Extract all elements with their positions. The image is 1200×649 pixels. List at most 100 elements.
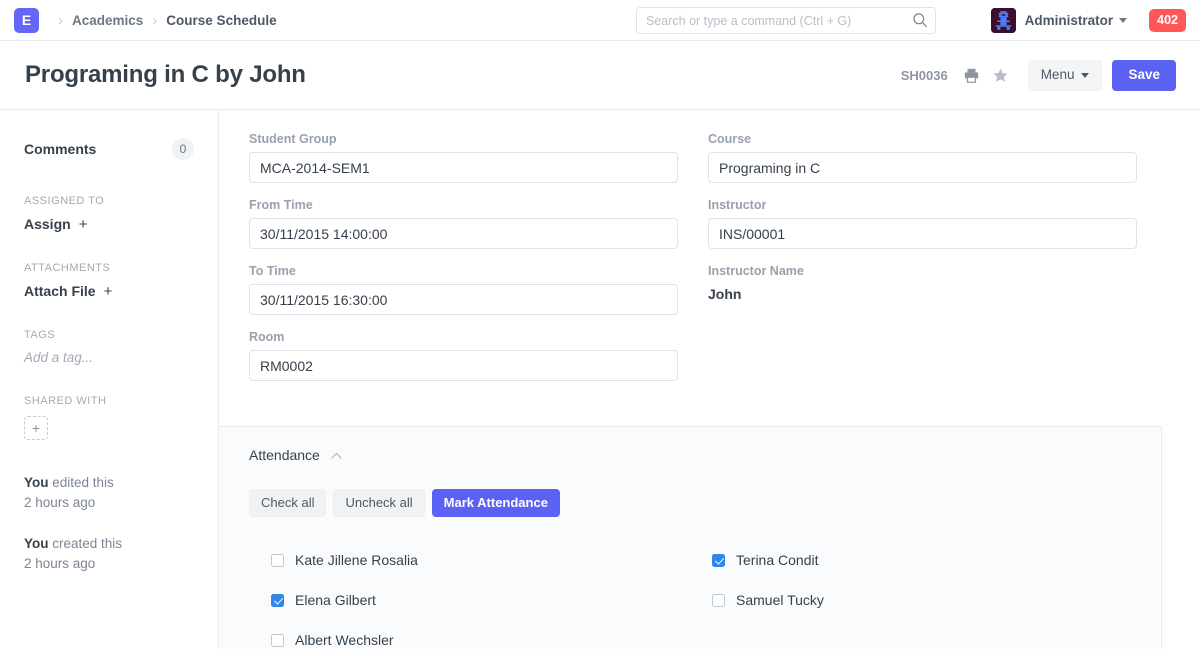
uncheck-all-button[interactable]: Uncheck all <box>333 489 424 517</box>
input-to-time[interactable] <box>249 284 678 315</box>
page-title: Programing in C by John <box>25 61 306 89</box>
activity-item-edited: You edited this 2 hours ago <box>24 473 194 512</box>
plus-icon-share: + <box>32 420 40 436</box>
attendance-checkbox-elena-gilbert[interactable] <box>271 594 284 607</box>
printer-icon <box>963 67 980 84</box>
field-student-group: Student Group <box>249 132 678 183</box>
student-row: Elena Gilbert <box>271 580 712 620</box>
assigned-to-heading: ASSIGNED TO <box>24 195 194 207</box>
field-instructor-name: Instructor Name John <box>708 264 1137 302</box>
form-section: Student Group From Time To Time Room <box>219 110 1200 426</box>
user-avatar[interactable] <box>991 8 1016 33</box>
print-button[interactable] <box>962 66 982 86</box>
menu-button[interactable]: Menu <box>1028 60 1103 91</box>
student-name-label: Samuel Tucky <box>736 592 824 608</box>
share-add-button[interactable]: + <box>24 416 48 440</box>
field-instructor: Instructor <box>708 198 1137 249</box>
plus-icon-attach: + <box>99 283 112 300</box>
activity-edited-text: You edited this <box>24 473 194 493</box>
student-row: Albert Wechsler <box>271 620 712 649</box>
field-room: Room <box>249 330 678 381</box>
label-student-group: Student Group <box>249 132 678 146</box>
activity-actor-edited: You <box>24 475 49 490</box>
field-to-time: To Time <box>249 264 678 315</box>
activity-time-created: 2 hours ago <box>24 554 194 574</box>
title-bar-actions: SH0036 Menu Save <box>901 41 1176 110</box>
attendance-button-row: Check all Uncheck all Mark Attendance <box>249 489 1161 517</box>
input-course[interactable] <box>708 152 1137 183</box>
student-column-right: Terina Condit Samuel Tucky <box>712 540 1153 649</box>
label-from-time: From Time <box>249 198 678 212</box>
activity-item-created: You created this 2 hours ago <box>24 534 194 573</box>
student-row: Samuel Tucky <box>712 580 1153 620</box>
mark-attendance-button[interactable]: Mark Attendance <box>432 489 560 517</box>
student-name-label: Albert Wechsler <box>295 632 394 648</box>
value-instructor-name: John <box>708 284 1137 302</box>
student-attendance-grid: Kate Jillene Rosalia Elena Gilbert Alber… <box>249 540 1161 649</box>
attendance-checkbox-samuel-tucky[interactable] <box>712 594 725 607</box>
activity-time-edited: 2 hours ago <box>24 493 194 513</box>
tags-heading: TAGS <box>24 329 194 341</box>
form-column-left: Student Group From Time To Time Room <box>249 132 678 396</box>
attach-file-button[interactable]: Attach File + <box>24 283 112 300</box>
input-instructor[interactable] <box>708 218 1137 249</box>
input-student-group[interactable] <box>249 152 678 183</box>
favorite-star-button[interactable] <box>991 66 1011 86</box>
student-name-label: Elena Gilbert <box>295 592 376 608</box>
breadcrumb-academics[interactable]: Academics <box>72 13 143 28</box>
attendance-checkbox-albert-wechsler[interactable] <box>271 634 284 647</box>
breadcrumb-separator-icon-2: › <box>152 13 157 28</box>
body-area: Comments 0 ASSIGNED TO Assign + ATTACHME… <box>0 110 1200 649</box>
navbar-right: Administrator 402 <box>991 0 1186 41</box>
label-room: Room <box>249 330 678 344</box>
app-logo[interactable]: E <box>14 8 39 33</box>
attach-file-label: Attach File <box>24 283 96 299</box>
menu-button-label: Menu <box>1041 68 1075 82</box>
activity-action-created: created this <box>49 536 123 551</box>
field-from-time: From Time <box>249 198 678 249</box>
attendance-checkbox-kate-jillene-rosalia[interactable] <box>271 554 284 567</box>
chevron-down-icon[interactable] <box>1119 18 1127 23</box>
save-button[interactable]: Save <box>1112 60 1176 91</box>
student-row: Kate Jillene Rosalia <box>271 540 712 580</box>
top-navbar: E › Academics › Course Schedule <box>0 0 1200 41</box>
search-input[interactable] <box>636 7 936 34</box>
input-from-time[interactable] <box>249 218 678 249</box>
label-to-time: To Time <box>249 264 678 278</box>
attendance-section-header[interactable]: Attendance <box>249 447 1161 463</box>
notification-badge[interactable]: 402 <box>1149 9 1186 32</box>
shared-with-heading: SHARED WITH <box>24 395 194 407</box>
input-room[interactable] <box>249 350 678 381</box>
attendance-checkbox-terina-condit[interactable] <box>712 554 725 567</box>
plus-icon-assign: + <box>75 216 88 233</box>
main-content: Student Group From Time To Time Room <box>219 110 1200 649</box>
comments-row[interactable]: Comments 0 <box>24 138 194 160</box>
attendance-section-title: Attendance <box>249 447 320 463</box>
add-tag-input[interactable]: Add a tag... <box>24 350 194 365</box>
document-id: SH0036 <box>901 68 948 83</box>
form-column-right: Course Instructor Instructor Name John <box>708 132 1137 396</box>
label-instructor-name: Instructor Name <box>708 264 1137 278</box>
student-name-label: Terina Condit <box>736 552 819 568</box>
chevron-down-icon-menu <box>1081 73 1089 78</box>
comments-label: Comments <box>24 141 96 157</box>
chevron-up-icon[interactable] <box>331 452 342 459</box>
activity-actor-created: You <box>24 536 49 551</box>
label-course: Course <box>708 132 1137 146</box>
star-icon <box>992 67 1009 84</box>
breadcrumb-course-schedule[interactable]: Course Schedule <box>166 13 276 28</box>
student-name-label: Kate Jillene Rosalia <box>295 552 418 568</box>
label-instructor: Instructor <box>708 198 1137 212</box>
search-box <box>636 7 936 34</box>
activity-created-text: You created this <box>24 534 194 554</box>
check-all-button[interactable]: Check all <box>249 489 326 517</box>
user-name-label[interactable]: Administrator <box>1025 13 1114 28</box>
sidebar: Comments 0 ASSIGNED TO Assign + ATTACHME… <box>0 110 219 649</box>
comments-count-badge: 0 <box>172 138 194 160</box>
assign-button[interactable]: Assign + <box>24 216 88 233</box>
field-course: Course <box>708 132 1137 183</box>
title-bar: Programing in C by John SH0036 Menu Save <box>0 41 1200 110</box>
student-row: Terina Condit <box>712 540 1153 580</box>
activity-action-edited: edited this <box>49 475 114 490</box>
student-column-left: Kate Jillene Rosalia Elena Gilbert Alber… <box>271 540 712 649</box>
